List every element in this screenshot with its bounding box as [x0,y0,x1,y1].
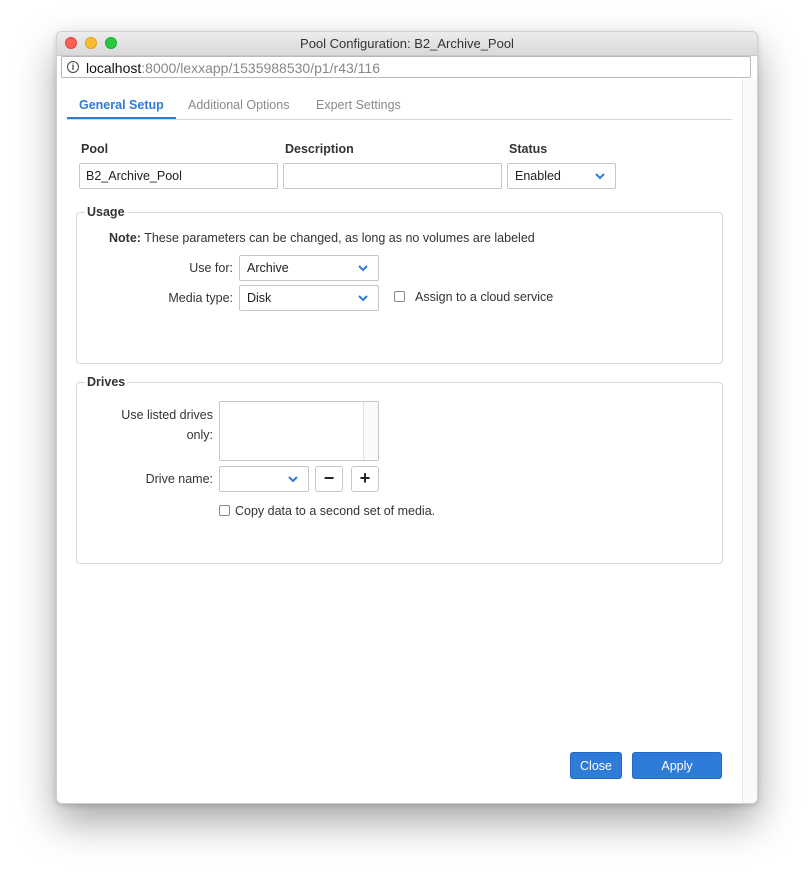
tab-additional-options[interactable]: Additional Options [188,98,289,112]
use-for-select[interactable]: Archive [239,255,379,281]
drives-legend: Drives [85,375,128,389]
cloud-service-checkbox[interactable] [394,291,405,302]
info-circle-icon[interactable]: i [67,61,79,73]
status-label: Status [509,142,548,156]
chevron-down-icon [288,476,298,483]
use-listed-drives-label: Use listed drives only: [121,408,213,442]
add-drive-button[interactable]: + [351,466,379,492]
chevron-down-icon [358,295,368,302]
usage-note-bold: Note: [109,231,141,245]
active-tab-indicator [67,117,176,119]
status-select-value: Enabled [515,169,561,183]
window-scrollbar[interactable] [742,79,757,803]
title-bar: Pool Configuration: B2_Archive_Pool [57,32,757,56]
close-button[interactable]: Close [570,752,622,779]
chevron-down-icon [358,265,368,272]
copy-second-set-label: Copy data to a second set of media. [235,504,436,518]
url-bar[interactable]: i localhost:8000/lexxapp/1535988530/p1/r… [61,56,751,78]
description-label: Description [285,142,354,156]
usage-legend: Usage [85,205,127,219]
window-title: Pool Configuration: B2_Archive_Pool [300,36,514,51]
listbox-scrollbar[interactable] [363,402,378,460]
usage-note: Note: These parameters can be changed, a… [109,231,535,245]
tab-general-setup[interactable]: General Setup [79,98,164,112]
listed-drives-listbox[interactable] [219,401,379,461]
dialog-window: Pool Configuration: B2_Archive_Pool i lo… [56,31,758,804]
usage-note-text: These parameters can be changed, as long… [140,231,535,245]
chevron-down-icon [595,173,605,180]
pool-label: Pool [81,142,109,156]
use-for-label: Use for: [189,261,233,275]
cloud-service-label: Assign to a cloud service [415,290,554,304]
drive-name-select[interactable] [219,466,309,492]
status-select[interactable]: Enabled [507,163,616,189]
url-text[interactable]: localhost:8000/lexxapp/1535988530/p1/r43… [86,60,380,76]
media-type-label: Media type: [168,291,233,305]
remove-drive-button[interactable]: − [315,466,343,492]
url-path: :8000/lexxapp/1535988530/p1/r43/116 [141,60,380,76]
media-type-select[interactable]: Disk [239,285,379,311]
dialog-content: General Setup Additional Options Expert … [57,79,743,803]
tab-bar: General Setup Additional Options Expert … [67,89,732,120]
pool-name-field[interactable]: B2_Archive_Pool [79,163,278,189]
tab-expert-settings[interactable]: Expert Settings [316,98,401,112]
media-type-select-value: Disk [247,291,272,305]
description-field[interactable] [283,163,502,189]
apply-button[interactable]: Apply [632,752,722,779]
drive-name-label: Drive name: [145,472,213,486]
copy-second-set-checkbox[interactable] [219,505,230,516]
url-host: localhost [86,60,142,76]
use-for-select-value: Archive [247,261,289,275]
